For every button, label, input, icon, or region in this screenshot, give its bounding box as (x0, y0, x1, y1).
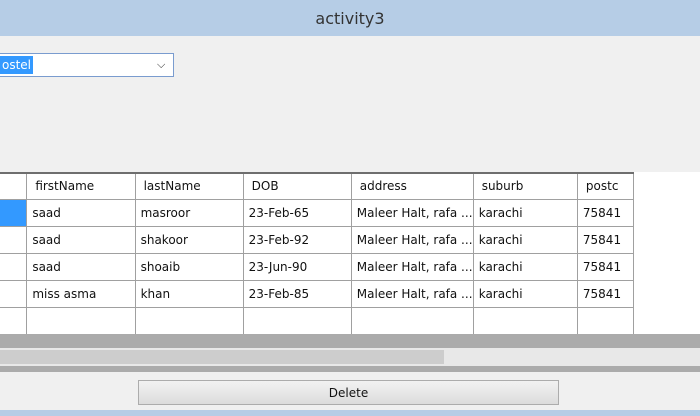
table-cell[interactable] (472, 306, 578, 334)
horizontal-scrollbar[interactable] (0, 348, 700, 366)
table-cell[interactable]: saad (26, 252, 136, 281)
column-header-firstname[interactable]: firstName (26, 172, 136, 200)
table-cell[interactable]: 23-Feb-65 (242, 198, 352, 227)
title-bar: activity3 (0, 0, 700, 36)
table-cell[interactable] (0, 306, 28, 334)
table-cell[interactable]: khan (134, 279, 244, 308)
table-cell[interactable]: saad (26, 198, 136, 227)
table-cell[interactable] (26, 306, 136, 334)
table-cell[interactable]: miss asma (26, 279, 136, 308)
data-grid-table: firstName lastName DOB address suburb po… (0, 172, 700, 334)
table-cell[interactable]: Maleer Halt, rafa ... (350, 279, 474, 308)
table-row[interactable]: saad shoaib 23-Jun-90 Maleer Halt, rafa … (0, 252, 635, 281)
table-cell[interactable]: 23-Feb-85 (242, 279, 352, 308)
table-cell[interactable] (242, 306, 352, 334)
column-header-lastname[interactable]: lastName (134, 172, 244, 200)
table-cell[interactable] (0, 225, 28, 254)
scrollbar-thumb[interactable] (0, 350, 444, 364)
table-cell[interactable] (576, 306, 635, 334)
delete-button[interactable]: Delete (138, 380, 559, 405)
table-row[interactable]: saad shakoor 23-Feb-92 Maleer Halt, rafa… (0, 225, 635, 254)
column-header-suburb[interactable]: suburb (472, 172, 578, 200)
table-cell[interactable]: shakoor (134, 225, 244, 254)
table-cell[interactable]: karachi (472, 225, 578, 254)
table-cell[interactable] (0, 279, 28, 308)
table-cell[interactable]: 75841 (576, 198, 635, 227)
table-cell[interactable]: Maleer Halt, rafa ... (350, 198, 474, 227)
hostel-combobox[interactable]: ostel ⌵ (0, 53, 174, 77)
table-cell[interactable]: 75841 (576, 279, 635, 308)
table-cell[interactable]: shoaib (134, 252, 244, 281)
records-table: firstName lastName DOB address suburb po… (0, 172, 635, 334)
table-cell-selected[interactable] (0, 198, 28, 227)
table-cell[interactable]: masroor (134, 198, 244, 227)
table-row-new[interactable] (0, 306, 635, 334)
column-header-address[interactable]: address (350, 172, 474, 200)
table-cell[interactable]: Maleer Halt, rafa ... (350, 225, 474, 254)
table-cell[interactable]: saad (26, 225, 136, 254)
column-header-dob[interactable]: DOB (242, 172, 352, 200)
window-title: activity3 (315, 8, 385, 28)
table-cell[interactable]: karachi (472, 279, 578, 308)
chevron-down-icon[interactable]: ⌵ (157, 58, 167, 72)
table-cell[interactable] (0, 252, 28, 281)
table-cell[interactable] (134, 306, 244, 334)
window-bottom-border (0, 410, 700, 416)
table-cell[interactable]: 23-Jun-90 (242, 252, 352, 281)
table-row[interactable]: miss asma khan 23-Feb-85 Maleer Halt, ra… (0, 279, 635, 308)
table-cell[interactable]: 75841 (576, 225, 635, 254)
header-row: firstName lastName DOB address suburb po… (0, 172, 635, 200)
table-cell[interactable]: karachi (472, 198, 578, 227)
table-row[interactable]: saad masroor 23-Feb-65 Maleer Halt, rafa… (0, 198, 635, 227)
column-header-postcode[interactable]: postc (576, 172, 635, 200)
combobox-selected-value: ostel (0, 56, 34, 74)
table-cell[interactable] (350, 306, 474, 334)
table-cell[interactable]: karachi (472, 252, 578, 281)
data-grid[interactable]: firstName lastName DOB address suburb po… (0, 172, 700, 372)
column-header-row-selector[interactable] (0, 172, 28, 200)
table-cell[interactable]: Maleer Halt, rafa ... (350, 252, 474, 281)
table-cell[interactable]: 23-Feb-92 (242, 225, 352, 254)
table-cell[interactable]: 75841 (576, 252, 635, 281)
